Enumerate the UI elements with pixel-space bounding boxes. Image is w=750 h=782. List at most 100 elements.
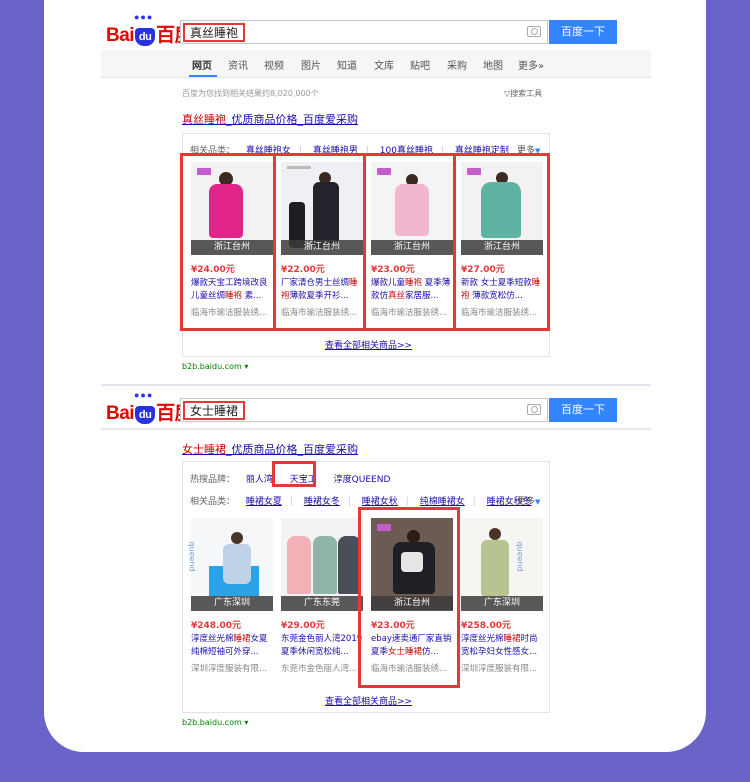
- view-all-link[interactable]: 查看全部相关商品>>: [325, 694, 412, 707]
- search-query[interactable]: 女士睡裙: [183, 401, 246, 420]
- chevron-down-icon: ▼: [535, 147, 541, 155]
- tab-tieba[interactable]: 贴吧: [410, 57, 430, 72]
- badge-icon: [377, 524, 391, 531]
- search-button[interactable]: 百度一下: [549, 20, 617, 44]
- product-card[interactable]: 浙江台州 ¥22.00元 厂家清仓男士丝绸睡袍薄款夏季开衫... 临海市瑜洁服装…: [279, 162, 365, 334]
- related-link[interactable]: 睡裙女夏: [246, 497, 282, 507]
- price: ¥23.00元: [371, 621, 415, 631]
- watermark-text: queend: [515, 541, 525, 572]
- product-card[interactable]: 浙江台州 ¥24.00元 爆款天宝工跨境改良儿童丝绸睡袍 素... 临海市瑜洁服…: [189, 162, 275, 334]
- product-title[interactable]: 爆款儿童睡袍 夏季薄款仿真丝家居服...: [371, 277, 455, 303]
- product-title[interactable]: ebay速卖通厂家直销夏季女士睡裙仿...: [371, 633, 455, 659]
- nav-tabs: 网页 资讯 视频 图片 知道 文库 贴吧 采购 地图 更多»: [101, 50, 651, 78]
- tab-wenku[interactable]: 文库: [374, 57, 394, 72]
- price: ¥22.00元: [281, 265, 325, 275]
- location-label: 广东东莞: [281, 596, 363, 611]
- location-label: 广东深圳: [461, 596, 543, 611]
- product-title[interactable]: 新款 女士夏季短款睡袍 薄款宽松仿...: [461, 277, 545, 303]
- shop-name[interactable]: 临海市瑜洁服装绣...: [371, 662, 455, 674]
- brand-link[interactable]: 淳度QUEEND: [334, 475, 391, 485]
- shop-name[interactable]: 临海市瑜洁服装绣...: [371, 306, 455, 318]
- tab-caigou[interactable]: 采购: [447, 57, 467, 72]
- shop-name[interactable]: 东莞市金色丽人湾...: [281, 662, 365, 674]
- related-link[interactable]: 真丝睡袍男: [313, 146, 358, 156]
- price: ¥248.00元: [191, 621, 241, 631]
- product-card[interactable]: 浙江台州 ¥23.00元 爆款儿童睡袍 夏季薄款仿真丝家居服... 临海市瑜洁服…: [369, 162, 455, 334]
- related-link[interactable]: 100真丝睡袍: [380, 146, 433, 156]
- source-url[interactable]: b2b.baidu.com ▾: [182, 718, 248, 727]
- product-box: 相关品类： 真丝睡袍女 | 真丝睡袍男 | 100真丝睡袍 | 真丝睡袍定制 更多▼ …: [182, 133, 550, 357]
- highlight-divider: [363, 153, 366, 331]
- search-input[interactable]: 真丝睡袍: [180, 20, 548, 44]
- tab-images[interactable]: 图片: [301, 57, 321, 72]
- result-title[interactable]: 女士睡裙_优质商品价格_百度爱采购: [182, 441, 358, 457]
- tab-map[interactable]: 地图: [483, 57, 503, 72]
- search-button[interactable]: 百度一下: [549, 398, 617, 422]
- product-box: 热搜品牌： 丽人湾 天宝工 淳度QUEEND 相关品类： 睡裙女夏 | 睡裙女冬 |…: [182, 461, 550, 713]
- product-card[interactable]: queend 广东深圳 ¥258.00元 淳度丝光棉睡裙时尚宽松孕妇女性感女..…: [459, 518, 545, 690]
- highlight-divider: [273, 153, 276, 331]
- highlight-divider: [453, 153, 456, 331]
- product-card[interactable]: 浙江台州 ¥23.00元 ebay速卖通厂家直销夏季女士睡裙仿... 临海市瑜洁…: [369, 518, 455, 690]
- related-link[interactable]: 真丝睡袍定制: [455, 146, 509, 156]
- section-divider: [101, 428, 651, 430]
- product-title[interactable]: 东莞金色丽人湾2019夏季休闲宽松纯...: [281, 633, 365, 659]
- tab-news[interactable]: 资讯: [228, 57, 248, 72]
- badge-icon: [197, 168, 211, 175]
- price: ¥27.00元: [461, 265, 505, 275]
- search-tools[interactable]: ▽搜索工具: [504, 88, 542, 99]
- view-all-link[interactable]: 查看全部相关商品>>: [325, 338, 412, 351]
- product-title[interactable]: 淳度丝光棉睡裙女夏纯棉短袖可外穿...: [191, 633, 275, 659]
- tab-web[interactable]: 网页: [192, 57, 212, 72]
- paw-icon: ●●●: [134, 390, 154, 400]
- screenshot-card: ●●● Bai du 百度 真丝睡袍 百度一下 网页 资讯 视频 图片 知道 文库 …: [44, 0, 706, 752]
- location-label: 浙江台州: [461, 240, 543, 255]
- price: ¥23.00元: [371, 265, 415, 275]
- watermark-text: queend: [187, 541, 197, 572]
- more-button[interactable]: 更多▼: [517, 494, 540, 507]
- related-categories: 相关品类： 真丝睡袍女 | 真丝睡袍男 | 100真丝睡袍 | 真丝睡袍定制: [190, 146, 509, 156]
- product-card[interactable]: queend 广东深圳 ¥248.00元 淳度丝光棉睡裙女夏纯棉短袖可外穿...…: [187, 518, 275, 690]
- location-label: 广东深圳: [191, 596, 273, 611]
- related-link[interactable]: 纯棉睡裙女: [420, 497, 465, 507]
- shop-name[interactable]: 临海市瑜洁服装绣...: [191, 306, 275, 318]
- price: ¥258.00元: [461, 621, 511, 631]
- product-card[interactable]: 广东东莞 ¥29.00元 东莞金色丽人湾2019夏季休闲宽松纯... 东莞市金色…: [279, 518, 365, 690]
- related-categories: 相关品类： 睡裙女夏 | 睡裙女冬 | 睡裙女秋 | 纯棉睡裙女 | 睡裙女秋冬: [190, 497, 532, 507]
- chevron-down-icon: ▼: [535, 498, 541, 506]
- tab-video[interactable]: 视频: [264, 57, 284, 72]
- location-label: 浙江台州: [191, 240, 273, 255]
- camera-icon[interactable]: [527, 26, 541, 37]
- tab-more[interactable]: 更多»: [518, 57, 544, 72]
- product-title[interactable]: 厂家清仓男士丝绸睡袍薄款夏季开衫...: [281, 277, 365, 303]
- result-title[interactable]: 真丝睡袍_优质商品价格_百度爱采购: [182, 111, 358, 127]
- product-title[interactable]: 爆款天宝工跨境改良儿童丝绸睡袍 素...: [191, 277, 275, 303]
- camera-icon[interactable]: [527, 404, 541, 415]
- related-link[interactable]: 睡裙女冬: [304, 497, 340, 507]
- badge-icon: [377, 168, 391, 175]
- shop-name[interactable]: 深圳淳度服装有限...: [461, 662, 545, 674]
- search-query[interactable]: 真丝睡袍: [183, 23, 246, 42]
- hot-brands: 热搜品牌： 丽人湾 天宝工 淳度QUEEND: [190, 475, 391, 485]
- source-url[interactable]: b2b.baidu.com ▾: [182, 362, 248, 371]
- location-label: 浙江台州: [371, 596, 453, 611]
- related-link[interactable]: 真丝睡袍女: [246, 146, 291, 156]
- shop-name[interactable]: 深圳淳度服装有限...: [191, 662, 275, 674]
- results-count: 百度为您找到相关结果约8,020,000个: [182, 89, 319, 98]
- related-link[interactable]: 睡裙女秋: [362, 497, 398, 507]
- brand-link[interactable]: 天宝工: [290, 475, 317, 485]
- badge-icon: [467, 168, 481, 175]
- paw-icon: ●●●: [134, 12, 154, 22]
- price: ¥24.00元: [191, 265, 235, 275]
- tab-zhidao[interactable]: 知道: [337, 57, 357, 72]
- shop-name[interactable]: 临海市瑜洁服装绣...: [281, 306, 365, 318]
- more-button[interactable]: 更多▼: [517, 143, 540, 156]
- search-input[interactable]: 女士睡裙: [180, 398, 548, 422]
- brand-link[interactable]: 丽人湾: [246, 475, 273, 485]
- active-tab-underline: [189, 75, 217, 77]
- shop-name[interactable]: 临海市瑜洁服装绣...: [461, 306, 545, 318]
- product-card[interactable]: 浙江台州 ¥27.00元 新款 女士夏季短款睡袍 薄款宽松仿... 临海市瑜洁服…: [459, 162, 545, 334]
- product-title[interactable]: 淳度丝光棉睡裙时尚宽松孕妇女性感女...: [461, 633, 545, 659]
- price: ¥29.00元: [281, 621, 325, 631]
- location-label: 浙江台州: [281, 240, 363, 255]
